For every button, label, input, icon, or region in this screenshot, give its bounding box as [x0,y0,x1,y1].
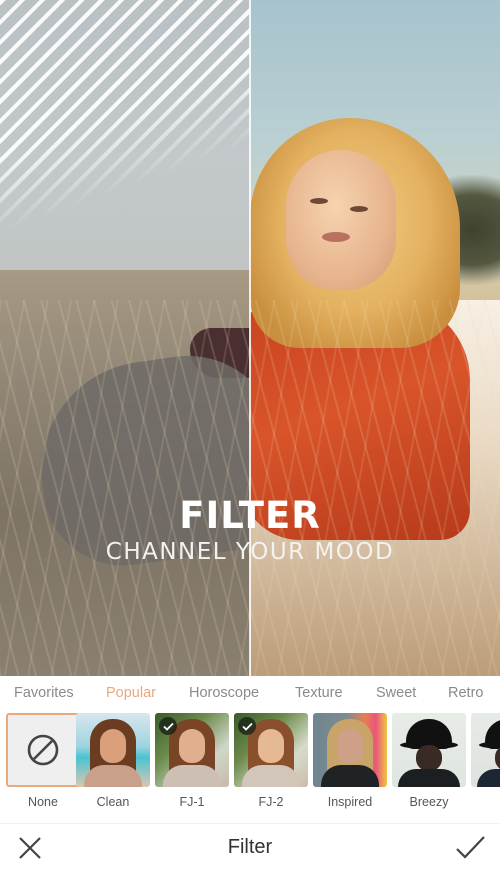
compare-divider-handle[interactable] [249,0,251,676]
face [337,729,363,763]
tab-sweet[interactable]: Sweet [376,685,416,701]
filter-category-tabs: Favorites Popular Horoscope Texture Swee… [0,676,500,710]
filter-fj-2[interactable]: FJ-2 [234,713,308,809]
filter-none[interactable]: None [6,713,80,809]
face [416,745,442,771]
filter-label: FJ-2 [258,795,284,809]
checkmark-badge-icon [238,717,256,735]
filter-thumbnail-strip[interactable]: None Clean FJ-1 FJ-2 Inspired Breezy [0,710,500,815]
body [398,769,460,787]
grass-overlay [250,300,500,676]
filter-label: None [28,795,58,809]
photo-preview[interactable]: FILTER CHANNEL YOUR MOOD [0,0,500,676]
promo-headline: FILTER [179,494,321,537]
filter-label: Clean [96,795,130,809]
filter-thumbnail [313,713,387,787]
lips [322,232,350,242]
body [242,765,300,787]
filter-thumbnail [6,713,80,787]
grass-overlay [0,300,250,676]
filter-label: Inspired [327,795,373,809]
filter-thumbnail [234,713,308,787]
tab-popular[interactable]: Popular [106,685,156,701]
bottom-bar: Filter [0,824,500,890]
no-filter-icon [27,734,59,766]
filter-thumbnail [392,713,466,787]
face [100,729,126,763]
filter-fj-1[interactable]: FJ-1 [155,713,229,809]
body [84,765,142,787]
filter-label: FJ-1 [179,795,205,809]
tab-favorites[interactable]: Favorites [14,685,74,701]
hat-brim [479,741,500,749]
promo-subline: CHANNEL YOUR MOOD [105,539,395,565]
eye [310,198,328,204]
screen-title: Filter [227,836,273,858]
filter-label: N [471,795,500,809]
tab-texture[interactable]: Texture [295,685,343,701]
checkmark-icon [456,836,485,859]
filter-thumbnail [471,713,500,787]
original-half [0,0,250,676]
eye [350,206,368,212]
face [258,729,284,763]
face [179,729,205,763]
body [477,769,500,787]
face [286,150,396,290]
tab-horoscope[interactable]: Horoscope [189,685,259,701]
filter-next[interactable]: N [471,713,500,809]
filter-label: Breezy [409,795,449,809]
erase-stripes-overlay [0,0,250,300]
filter-clean[interactable]: Clean [76,713,150,809]
filter-thumbnail [76,713,150,787]
filter-thumbnail [155,713,229,787]
body [163,765,221,787]
filter-breezy[interactable]: Breezy [392,713,466,809]
apply-button[interactable] [454,832,488,864]
tab-retro[interactable]: Retro [448,685,483,701]
filtered-half [250,0,500,676]
body [321,765,379,787]
filter-inspired[interactable]: Inspired [313,713,387,809]
checkmark-badge-icon [159,717,177,735]
